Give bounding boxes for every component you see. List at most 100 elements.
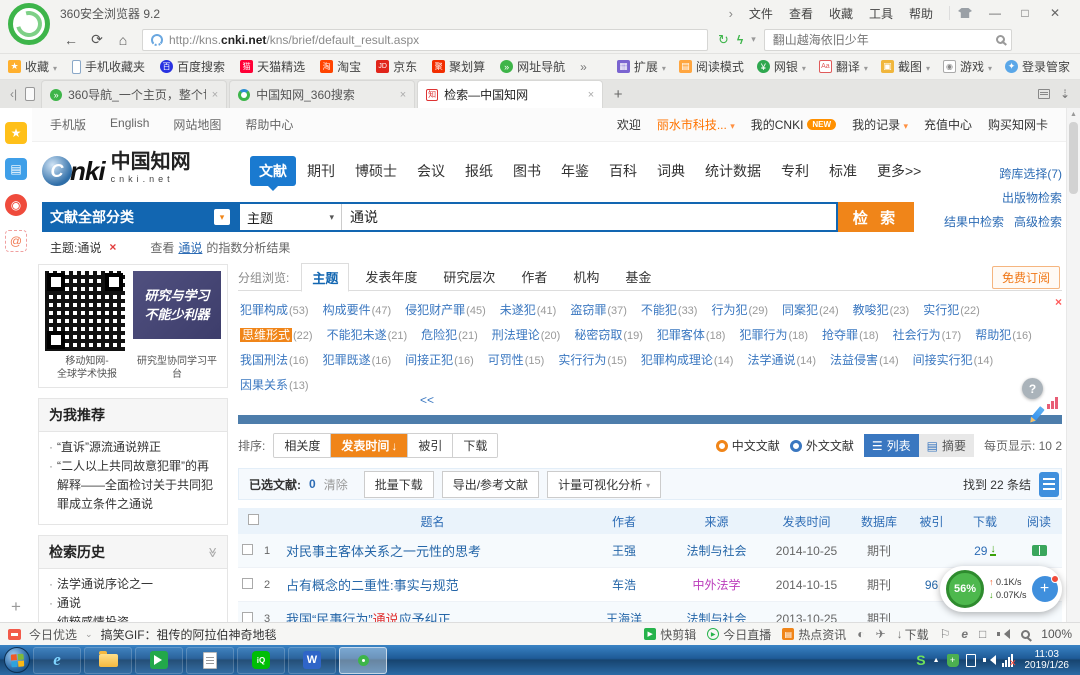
filter-tag[interactable]: 抢夺罪(18) [822,326,879,343]
panels-icon[interactable] [1038,89,1050,99]
collapse-icon[interactable]: ≫ [206,547,217,557]
bookmark-item[interactable]: 手机收藏夹 [72,58,145,75]
security-shield-icon[interactable]: + [947,654,959,667]
recommend-item[interactable]: “二人以上共同故意犯罪”的再解释——全面检讨关于共同犯罪成立条件之通说 [49,457,219,514]
download-icon[interactable] [990,545,996,556]
select-all-checkbox[interactable] [248,514,259,525]
advanced-search-link[interactable]: 高级检索 [1014,215,1062,229]
filter-tag[interactable]: 法学通说(14) [747,351,816,368]
coupon-icon[interactable] [8,629,21,640]
filter-tag[interactable]: 可罚性(15) [488,351,545,368]
url-text[interactable]: http://kns.cnki.net/kns/brief/default_re… [169,33,419,47]
browser-tab[interactable]: 检索—中国知网 [417,80,603,108]
nav-item[interactable]: 统计数据 [696,156,770,186]
filter-tag[interactable]: 行为犯(29) [711,301,768,318]
filter-tag[interactable]: 犯罪行为(18) [739,326,808,343]
chevron-down-icon[interactable] [751,34,756,45]
bookmark-item[interactable]: 淘宝 [320,58,361,75]
chinese-lit-filter[interactable]: 中文文献 [716,437,780,454]
list-view-button[interactable]: ☰列表 [864,434,919,457]
sort-option[interactable]: 发表时间↓ [331,434,408,457]
filter-tag[interactable]: 未遂犯(41) [500,301,557,318]
memory-percent-badge[interactable]: 56% [946,570,984,608]
filter-tag[interactable]: 构成要件(47) [323,301,392,318]
hot-news-link[interactable]: 热点资讯 [782,626,846,643]
title-link[interactable]: 我国“民事行为”通说应予纠正 [286,609,579,622]
toolbar-item[interactable]: 网银 [757,58,806,75]
new-tab-button[interactable]: + [605,82,631,106]
filter-tag[interactable]: 社会行为(17) [893,326,962,343]
category-select[interactable]: 文献全部分类 [42,202,238,232]
minimize-button[interactable]: — [980,6,1010,20]
bookmark-item[interactable]: 网址导航 [500,58,565,75]
col-cited[interactable]: 被引 [909,513,954,530]
filter-tag[interactable]: 不能犯未遂(21) [327,326,408,343]
nav-item[interactable]: 词典 [648,156,694,186]
close-tags-icon[interactable] [1055,295,1062,309]
nav-item[interactable]: 标准 [820,156,866,186]
group-tab[interactable]: 主题 [301,263,349,292]
abstract-view-button[interactable]: ▤摘要 [919,434,974,457]
filter-tag[interactable]: 犯罪客体(18) [657,326,726,343]
author-link[interactable]: 王海洋 [579,610,669,622]
read-book-icon[interactable] [1032,545,1047,556]
turbo-icon[interactable]: ↻ [718,32,729,48]
col-read[interactable]: 阅读 [1016,513,1062,530]
topbar-link[interactable]: 手机版 [50,116,86,133]
browser-search-box[interactable] [764,29,1012,51]
query-input[interactable] [342,209,836,225]
history-item[interactable]: 法学通说序论之一 [49,575,219,594]
taskbar-app-explorer[interactable] [84,647,132,674]
collapse-tags-link[interactable]: << [420,393,434,407]
filter-tag[interactable]: 我国刑法(16) [240,351,309,368]
source-link[interactable]: 法制与社会 [669,610,764,622]
skin-button[interactable] [950,8,980,18]
browser-tab[interactable]: 360导航_一个主页，整个世界 [41,80,227,108]
device-icon[interactable] [25,87,35,101]
quick-clip-link[interactable]: 快剪辑 [644,626,696,643]
menu-item[interactable]: 文件 [749,5,773,22]
speed-widget[interactable]: 56% ↑ 0.1K/s ↓ 0.07K/s [940,566,1062,612]
today-live-link[interactable]: 今日直播 [707,626,771,643]
bookmark-item[interactable]: 百度搜索 [160,58,225,75]
category-caret-icon[interactable] [214,209,230,225]
filter-tag[interactable]: 思维形式(22) [240,326,313,343]
promo-banner[interactable]: 研究与学习 不能少利器 [133,271,221,339]
search-button[interactable]: 检 索 [838,202,914,232]
filter-tag[interactable]: 同案犯(24) [782,301,839,318]
download-count[interactable]: 29 [974,544,987,558]
speed-boost-icon[interactable]: ϟ [737,33,743,47]
collapse-tabs-icon[interactable]: ‹| [10,87,17,101]
nav-item[interactable]: 期刊 [298,156,344,186]
toolbar-item[interactable]: 游戏 [943,58,992,75]
my-records-link[interactable]: 我的记录 [852,118,900,132]
flag-icon[interactable]: ⚐ [940,627,951,641]
filter-tag[interactable]: 秘密窃取(19) [574,326,643,343]
filter-tag[interactable]: 帮助犯(16) [975,326,1032,343]
nav-item[interactable]: 年鉴 [552,156,598,186]
url-box[interactable]: http://kns.cnki.net/kns/brief/default_re… [142,29,708,51]
row-checkbox[interactable] [242,612,253,623]
source-link[interactable]: 法制与社会 [669,542,764,559]
bookmark-item[interactable]: 京东 [376,58,417,75]
account-link[interactable]: 丽水市科技... [657,118,727,132]
per-page-text[interactable]: 每页显示: 10 2 [984,437,1062,454]
taskbar-app-ie[interactable]: e [33,647,81,674]
clipboard-tray-icon[interactable] [966,654,976,667]
chevron-down-icon[interactable] [903,118,908,132]
filter-tag[interactable]: 侵犯财产罪(45) [405,301,486,318]
topbar-link[interactable]: 帮助中心 [245,116,293,133]
toolbar-item[interactable]: 截图 [881,58,930,75]
row-checkbox[interactable] [242,578,253,589]
headline-link[interactable]: 搞笑GIF：祖传的阿拉伯神奇地毯 [101,626,277,643]
sort-option[interactable]: 相关度 [274,434,331,457]
chevron-down-icon[interactable] [802,60,806,74]
window-icon[interactable]: □ [979,627,986,641]
home-button[interactable]: ⌂ [110,32,136,48]
filter-tag[interactable]: 盗窃罪(37) [570,301,627,318]
speaker-icon[interactable] [997,628,1010,640]
row-checkbox[interactable] [242,544,253,555]
today-pick-link[interactable]: 今日优选 [29,626,77,643]
ie-compat-icon[interactable]: e [961,627,968,641]
browser-360-logo-icon[interactable] [8,3,50,45]
